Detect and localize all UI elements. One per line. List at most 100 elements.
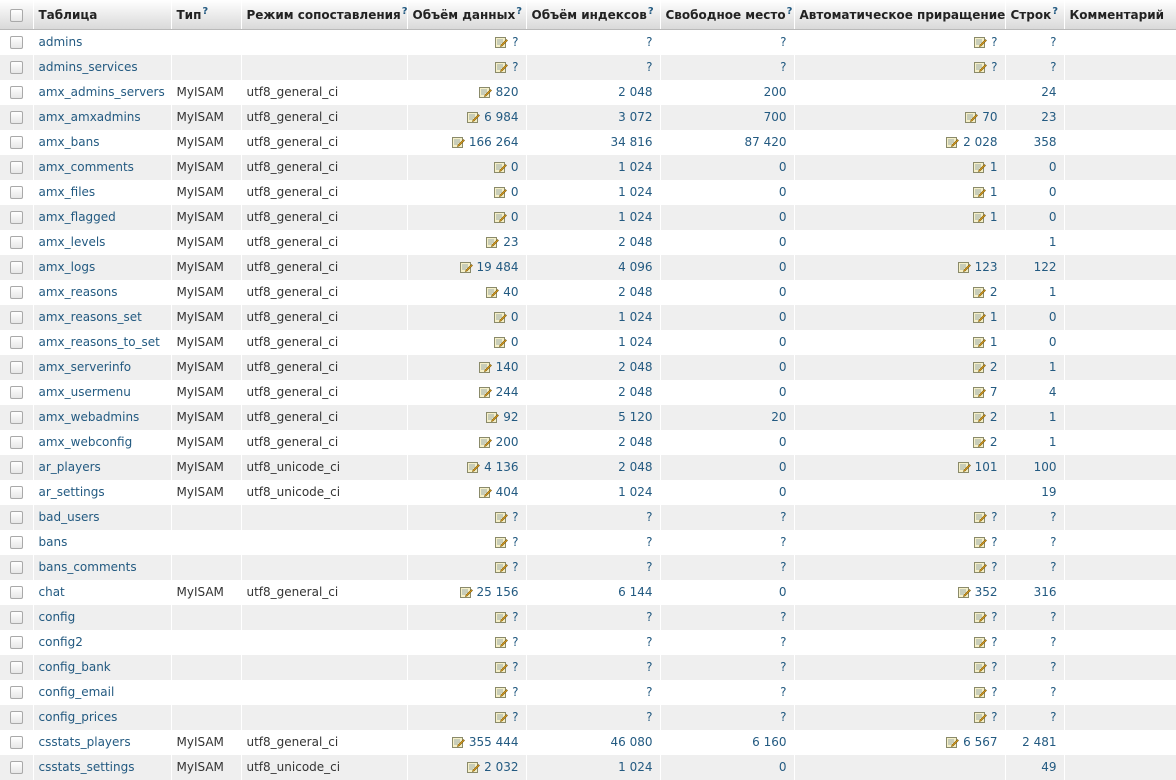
- index-size-cell[interactable]: 1 024: [526, 480, 660, 505]
- index-size-value[interactable]: ?: [646, 610, 652, 624]
- free-space-value[interactable]: 0: [779, 485, 787, 499]
- index-size-value[interactable]: 1 024: [618, 160, 652, 174]
- index-size-cell[interactable]: ?: [526, 655, 660, 680]
- data-size-value[interactable]: 19 484: [477, 260, 519, 274]
- rows-value[interactable]: 0: [1049, 310, 1057, 324]
- free-space-value[interactable]: 0: [779, 260, 787, 274]
- index-size-value[interactable]: 1 024: [618, 485, 652, 499]
- table-name-link[interactable]: chat: [39, 585, 65, 599]
- row-checkbox[interactable]: [10, 136, 23, 149]
- data-size-cell[interactable]: 404: [407, 480, 526, 505]
- col-free-space-label[interactable]: Свободное место: [666, 8, 786, 22]
- edit-icon[interactable]: [958, 261, 971, 273]
- table-name-link[interactable]: amx_amxadmins: [39, 110, 141, 124]
- data-size-value[interactable]: 40: [503, 285, 518, 299]
- col-auto-increment-label[interactable]: Автоматическое приращение: [800, 8, 1006, 22]
- edit-icon[interactable]: [486, 236, 499, 248]
- data-size-value[interactable]: ?: [512, 35, 518, 49]
- auto-increment-cell[interactable]: 2: [794, 280, 1005, 305]
- rows-value[interactable]: 1: [1049, 235, 1057, 249]
- auto-increment-value[interactable]: ?: [991, 560, 997, 574]
- free-space-cell[interactable]: 0: [660, 755, 794, 780]
- auto-increment-cell[interactable]: ?: [794, 655, 1005, 680]
- auto-increment-cell[interactable]: [794, 755, 1005, 780]
- free-space-value[interactable]: ?: [780, 685, 786, 699]
- table-name-link[interactable]: config_email: [39, 685, 115, 699]
- index-size-cell[interactable]: ?: [526, 30, 660, 56]
- free-space-cell[interactable]: ?: [660, 705, 794, 730]
- data-size-cell[interactable]: ?: [407, 55, 526, 80]
- auto-increment-value[interactable]: ?: [991, 510, 997, 524]
- edit-icon[interactable]: [495, 636, 508, 648]
- data-size-cell[interactable]: ?: [407, 680, 526, 705]
- free-space-cell[interactable]: 0: [660, 280, 794, 305]
- index-size-value[interactable]: 6 144: [618, 585, 652, 599]
- col-rows-label[interactable]: Строк: [1011, 8, 1052, 22]
- edit-icon[interactable]: [479, 486, 492, 498]
- edit-icon[interactable]: [479, 436, 492, 448]
- table-name-link[interactable]: amx_reasons_to_set: [39, 335, 160, 349]
- index-size-value[interactable]: ?: [646, 635, 652, 649]
- auto-increment-value[interactable]: 352: [975, 585, 998, 599]
- index-size-cell[interactable]: 2 048: [526, 280, 660, 305]
- index-size-cell[interactable]: 2 048: [526, 355, 660, 380]
- index-size-value[interactable]: 1 024: [618, 185, 652, 199]
- index-size-value[interactable]: 2 048: [618, 385, 652, 399]
- edit-icon[interactable]: [467, 761, 480, 773]
- row-checkbox[interactable]: [10, 411, 23, 424]
- edit-icon[interactable]: [974, 61, 987, 73]
- edit-icon[interactable]: [973, 186, 986, 198]
- edit-icon[interactable]: [946, 136, 959, 148]
- row-checkbox[interactable]: [10, 261, 23, 274]
- data-size-cell[interactable]: ?: [407, 655, 526, 680]
- row-checkbox[interactable]: [10, 486, 23, 499]
- data-size-value[interactable]: 0: [511, 335, 519, 349]
- data-size-value[interactable]: ?: [512, 635, 518, 649]
- free-space-value[interactable]: ?: [780, 635, 786, 649]
- edit-icon[interactable]: [494, 186, 507, 198]
- free-space-cell[interactable]: 0: [660, 355, 794, 380]
- index-size-cell[interactable]: 1 024: [526, 305, 660, 330]
- free-space-value[interactable]: 0: [779, 760, 787, 774]
- index-size-cell[interactable]: 2 048: [526, 380, 660, 405]
- rows-value[interactable]: 0: [1049, 335, 1057, 349]
- table-name-link[interactable]: admins_services: [39, 60, 138, 74]
- edit-icon[interactable]: [495, 561, 508, 573]
- free-space-value[interactable]: 0: [779, 585, 787, 599]
- free-space-cell[interactable]: 0: [660, 155, 794, 180]
- index-size-cell[interactable]: 46 080: [526, 730, 660, 755]
- col-type-label[interactable]: Тип: [177, 8, 202, 22]
- data-size-cell[interactable]: 355 444: [407, 730, 526, 755]
- index-size-value[interactable]: 1 024: [618, 760, 652, 774]
- data-size-cell[interactable]: 140: [407, 355, 526, 380]
- rows-value[interactable]: ?: [1050, 685, 1056, 699]
- rows-cell[interactable]: 358: [1005, 130, 1064, 155]
- edit-icon[interactable]: [973, 361, 986, 373]
- row-checkbox[interactable]: [10, 461, 23, 474]
- row-checkbox[interactable]: [10, 311, 23, 324]
- table-name-link[interactable]: amx_serverinfo: [39, 360, 132, 374]
- edit-icon[interactable]: [973, 161, 986, 173]
- rows-value[interactable]: 1: [1049, 435, 1057, 449]
- help-icon[interactable]: ?: [1052, 6, 1058, 17]
- data-size-cell[interactable]: 4 136: [407, 455, 526, 480]
- auto-increment-value[interactable]: 1: [990, 185, 998, 199]
- edit-icon[interactable]: [495, 61, 508, 73]
- data-size-value[interactable]: 200: [496, 435, 519, 449]
- rows-cell[interactable]: 0: [1005, 205, 1064, 230]
- edit-icon[interactable]: [973, 311, 986, 323]
- row-checkbox[interactable]: [10, 211, 23, 224]
- rows-value[interactable]: 316: [1034, 585, 1057, 599]
- free-space-value[interactable]: 20: [771, 410, 786, 424]
- free-space-cell[interactable]: 200: [660, 80, 794, 105]
- auto-increment-value[interactable]: ?: [991, 35, 997, 49]
- row-checkbox[interactable]: [10, 36, 23, 49]
- free-space-cell[interactable]: ?: [660, 505, 794, 530]
- index-size-value[interactable]: 2 048: [618, 460, 652, 474]
- free-space-cell[interactable]: ?: [660, 680, 794, 705]
- rows-cell[interactable]: 0: [1005, 155, 1064, 180]
- col-data-size-label[interactable]: Объём данных: [413, 8, 516, 22]
- edit-icon[interactable]: [974, 36, 987, 48]
- table-name-link[interactable]: amx_reasons: [39, 285, 118, 299]
- free-space-cell[interactable]: 0: [660, 180, 794, 205]
